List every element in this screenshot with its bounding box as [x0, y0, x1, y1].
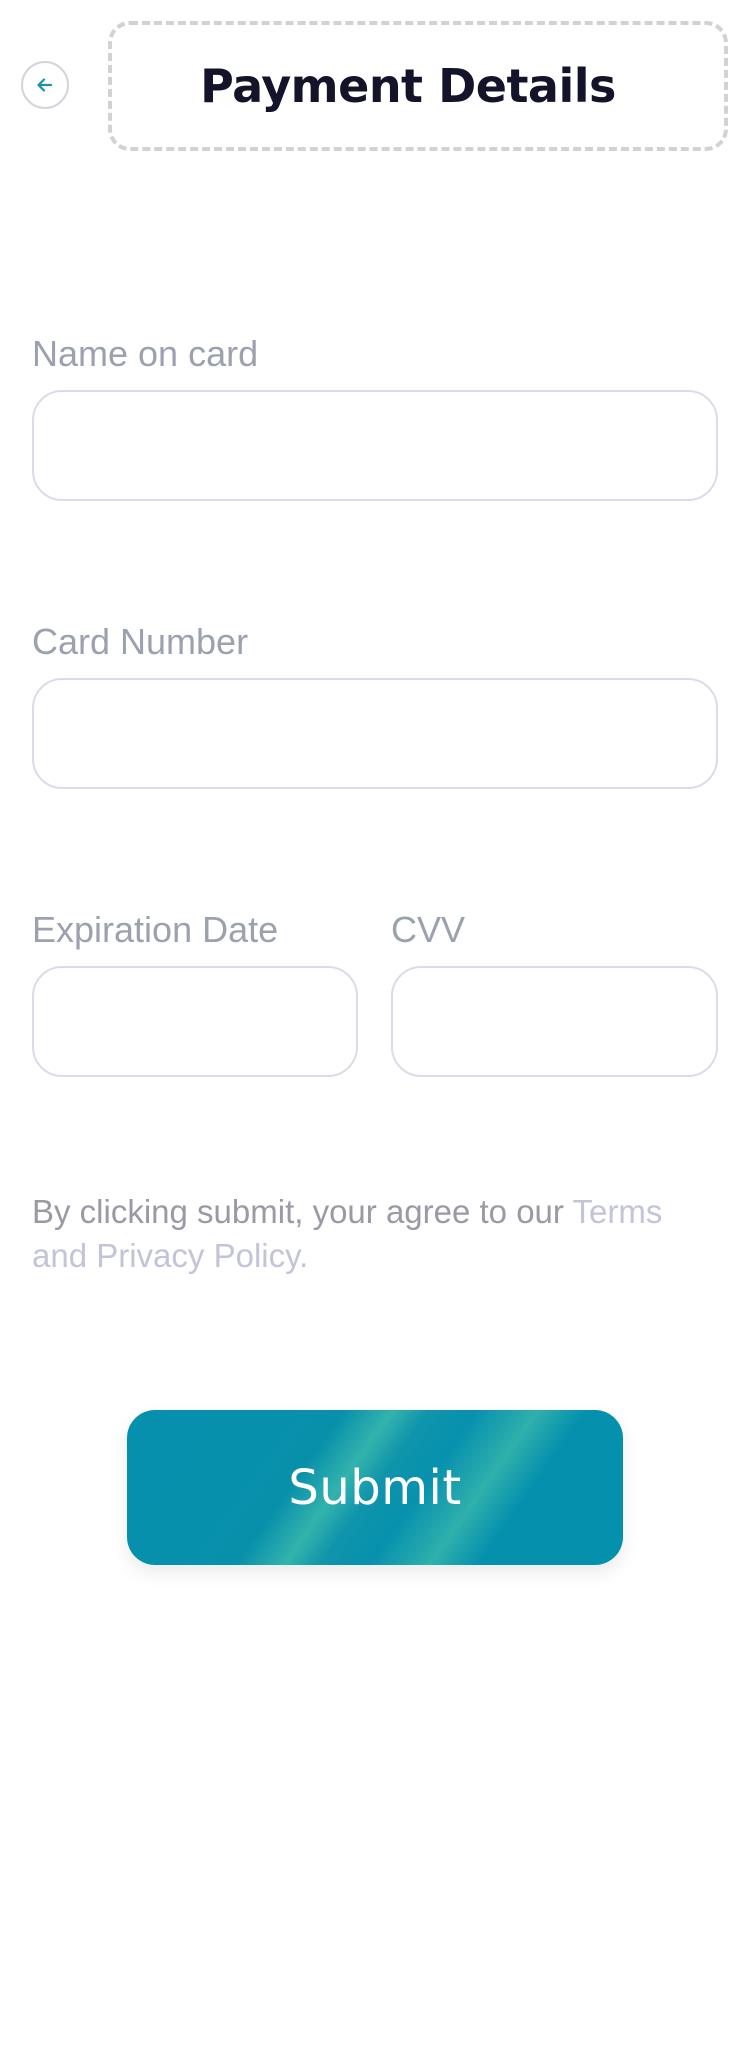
terms-text: By clicking submit, your agree to our — [32, 1193, 573, 1230]
expiration-date-input[interactable] — [32, 966, 358, 1077]
arrow-left-icon — [35, 75, 55, 95]
back-button[interactable] — [21, 61, 69, 109]
terms-suffix: . — [299, 1237, 309, 1274]
card-number-label: Card Number — [32, 621, 249, 662]
cvv-input[interactable] — [391, 966, 718, 1077]
expiration-date-label: Expiration Date — [32, 909, 279, 950]
submit-button[interactable]: Submit — [127, 1410, 623, 1565]
cvv-label: CVV — [391, 909, 466, 950]
card-number-input[interactable] — [32, 678, 718, 789]
name-on-card-label: Name on card — [32, 333, 259, 374]
page-title: Payment Details — [200, 59, 616, 113]
title-container: Payment Details — [108, 21, 728, 151]
submit-label: Submit — [288, 1459, 462, 1516]
terms-notice: By clicking submit, your agree to our Te… — [32, 1190, 712, 1278]
name-on-card-input[interactable] — [32, 390, 718, 501]
